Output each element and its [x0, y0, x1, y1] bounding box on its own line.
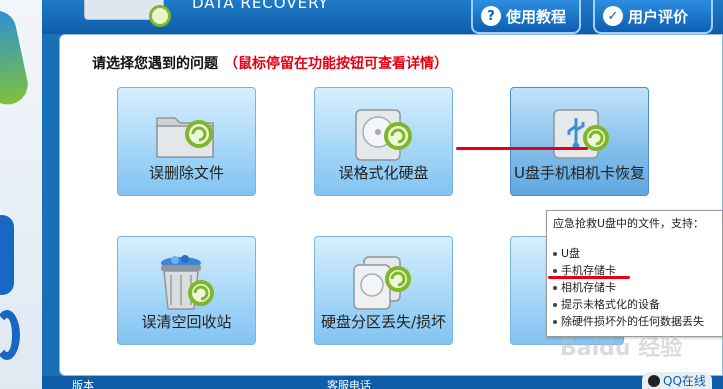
tile-label: 误格式化硬盘: [338, 164, 429, 182]
tooltip-item: 除硬件损坏外的任何数据丢失: [553, 313, 716, 330]
tooltip-item-text: 相机存储卡: [561, 281, 616, 294]
footer-bar: 版本 客服电话 QQ在线: [42, 372, 723, 389]
folder-recover-icon: [156, 117, 214, 158]
bullet-icon: [553, 285, 557, 290]
partition-recover-icon: [353, 256, 411, 310]
header-bar: DATA RECOVERY ? 使用教程 ✓ 用户评价: [42, 0, 723, 34]
version-label: 版本: [72, 379, 94, 389]
bullet-icon: [553, 302, 557, 307]
qq-online-label: QQ在线: [663, 374, 706, 388]
logo-icon: [84, 0, 171, 27]
brand-text: DATA RECOVERY: [192, 0, 329, 12]
tooltip-heading: 应急抢救U盘中的文件，支持：: [553, 217, 705, 230]
tooltip-item: 相机存储卡: [553, 279, 716, 296]
tooltip-item: 提示未格式化的设备: [553, 296, 716, 313]
problem-prompt: 请选择您遇到的问题 （鼠标停留在功能按钮可查看详情）: [92, 53, 448, 73]
tile-label: 误删除文件: [148, 164, 224, 182]
tutorial-button[interactable]: ? 使用教程: [471, 0, 581, 34]
usb-recover-icon: [553, 109, 609, 159]
decor-shape: [0, 215, 14, 295]
highlight-underline: [456, 147, 588, 150]
tile-label: 误清空回收站: [141, 313, 232, 331]
tile-deleted-files[interactable]: 误删除文件: [117, 87, 256, 196]
prompt-text: 请选择您遇到的问题: [92, 56, 218, 72]
bullet-icon: [553, 319, 557, 324]
tooltip-item-text: 提示未格式化的设备: [561, 298, 660, 311]
bullet-icon: [553, 251, 557, 256]
recycle-bin-icon: [161, 255, 214, 310]
review-button[interactable]: ✓ 用户评价: [593, 0, 713, 34]
hotline-label: 客服电话: [327, 379, 371, 389]
hint-text: （鼠标停留在功能按钮可查看详情）: [224, 56, 448, 72]
qq-penguin-icon: [648, 374, 660, 387]
bullet-icon: [553, 268, 557, 273]
highlight-underline: [548, 276, 630, 279]
tile-usb-card-recovery[interactable]: U盘手机相机卡恢复: [510, 87, 649, 196]
tile-emptied-recycle-bin[interactable]: 误清空回收站: [117, 236, 256, 345]
question-icon: ?: [481, 6, 501, 26]
tile-label: U盘手机相机卡恢复: [514, 164, 645, 182]
left-decoration: [0, 0, 42, 389]
tile-partition-lost[interactable]: 硬盘分区丢失/损坏: [314, 236, 453, 345]
thumbs-up-icon: ✓: [603, 6, 623, 26]
recover-badge-icon: [149, 5, 171, 27]
tooltip-usb-details: 应急抢救U盘中的文件，支持： U盘 手机存储卡 相机存储卡 提示未格式化的设备 …: [546, 210, 723, 337]
tooltip-item-text: 除硬件损坏外的任何数据丢失: [561, 315, 704, 328]
decor-shape: [0, 6, 32, 109]
tile-formatted-disk[interactable]: 误格式化硬盘: [314, 87, 453, 196]
decor-shape: [0, 310, 20, 360]
tooltip-item: U盘: [553, 245, 716, 262]
tutorial-button-label: 使用教程: [506, 7, 567, 26]
qq-online-button[interactable]: QQ在线: [642, 372, 712, 389]
tile-label: 硬盘分区丢失/损坏: [320, 313, 447, 331]
review-button-label: 用户评价: [628, 7, 689, 26]
tooltip-item-text: U盘: [561, 247, 581, 260]
watermark: Baidu 经验: [560, 336, 683, 361]
harddisk-recover-icon: [355, 109, 412, 161]
